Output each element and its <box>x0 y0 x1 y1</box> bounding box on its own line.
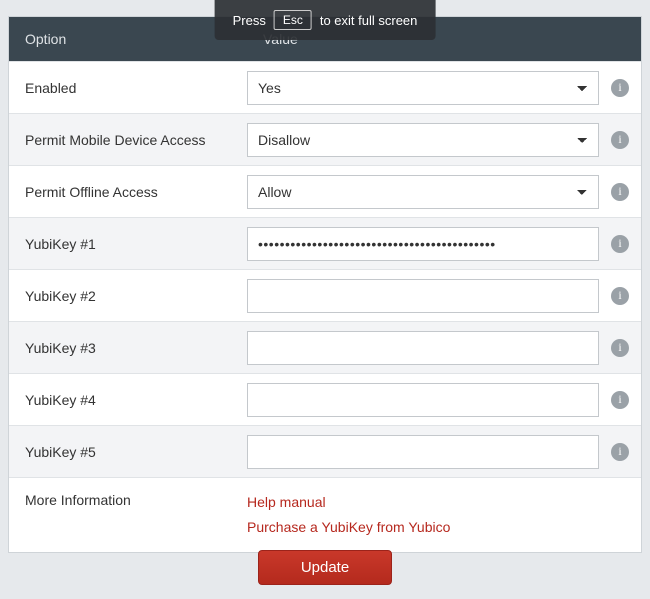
info-icon[interactable] <box>611 287 629 305</box>
yubikey-5-label: YubiKey #5 <box>9 444 247 460</box>
fs-hint-press: Press <box>233 13 266 28</box>
yubikey-1-label: YubiKey #1 <box>9 236 247 252</box>
row-yubikey-5: YubiKey #5 <box>9 425 641 477</box>
yubikey-4-input[interactable] <box>247 383 599 417</box>
info-icon[interactable] <box>611 183 629 201</box>
enabled-select[interactable]: Yes <box>247 71 599 105</box>
update-button[interactable]: Update <box>258 550 392 585</box>
info-icon[interactable] <box>611 443 629 461</box>
row-yubikey-2: YubiKey #2 <box>9 269 641 321</box>
row-yubikey-1: YubiKey #1 <box>9 217 641 269</box>
yubikey-3-input[interactable] <box>247 331 599 365</box>
yubikey-5-input[interactable] <box>247 435 599 469</box>
fullscreen-exit-hint: Press Esc to exit full screen <box>215 0 436 40</box>
mobile-access-select[interactable]: Disallow <box>247 123 599 157</box>
offline-access-select[interactable]: Allow <box>247 175 599 209</box>
row-yubikey-3: YubiKey #3 <box>9 321 641 373</box>
yubikey-2-input[interactable] <box>247 279 599 313</box>
more-info-label: More Information <box>9 492 247 508</box>
offline-label: Permit Offline Access <box>9 184 247 200</box>
fs-hint-rest: to exit full screen <box>320 13 418 28</box>
esc-key-icon: Esc <box>274 10 312 30</box>
row-offline-access: Permit Offline Access Allow <box>9 165 641 217</box>
header-option: Option <box>9 17 247 61</box>
info-icon[interactable] <box>611 131 629 149</box>
info-icon[interactable] <box>611 79 629 97</box>
settings-table: Option Value Enabled Yes Permit Mobile D… <box>8 16 642 553</box>
yubikey-3-label: YubiKey #3 <box>9 340 247 356</box>
info-icon[interactable] <box>611 391 629 409</box>
row-enabled: Enabled Yes <box>9 61 641 113</box>
yubikey-4-label: YubiKey #4 <box>9 392 247 408</box>
enabled-label: Enabled <box>9 80 247 96</box>
yubikey-2-label: YubiKey #2 <box>9 288 247 304</box>
row-yubikey-4: YubiKey #4 <box>9 373 641 425</box>
row-mobile-access: Permit Mobile Device Access Disallow <box>9 113 641 165</box>
footer: Update <box>0 534 650 599</box>
info-icon[interactable] <box>611 235 629 253</box>
help-manual-link[interactable]: Help manual <box>247 492 617 513</box>
mobile-label: Permit Mobile Device Access <box>9 132 247 148</box>
yubikey-1-input[interactable] <box>247 227 599 261</box>
info-icon[interactable] <box>611 339 629 357</box>
